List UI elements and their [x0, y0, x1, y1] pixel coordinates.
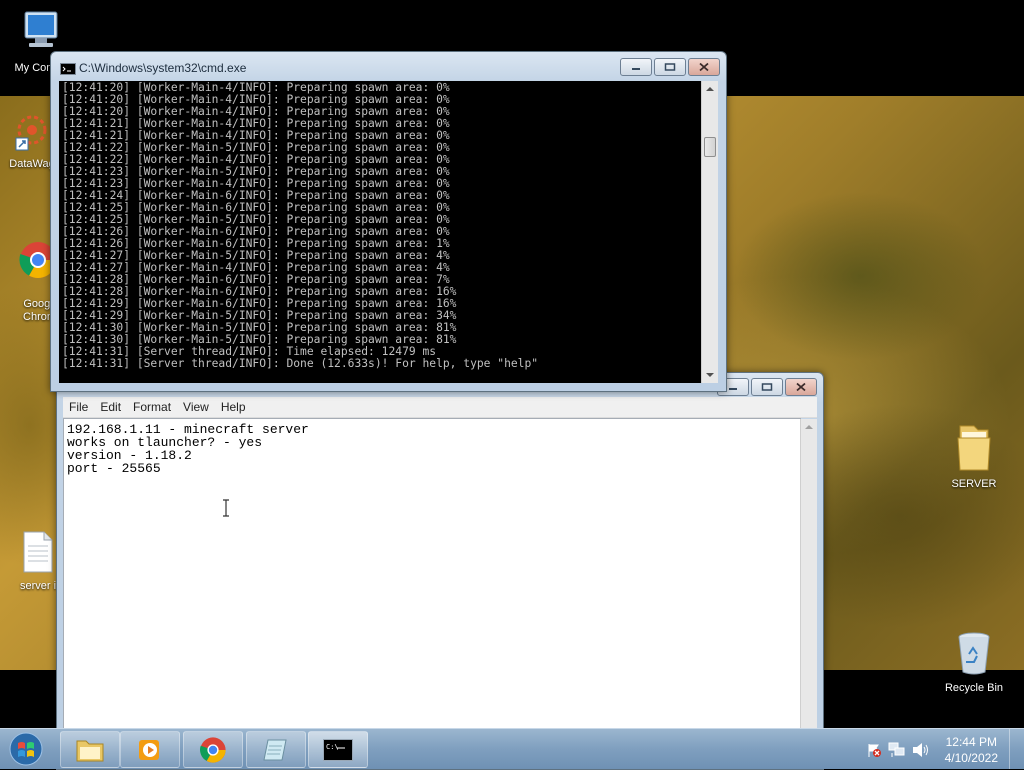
- network-icon[interactable]: [888, 742, 906, 758]
- notepad-menubar: File Edit Format View Help: [63, 397, 817, 418]
- scroll-up-button[interactable]: [801, 419, 817, 435]
- action-center-flag-icon[interactable]: [866, 742, 882, 758]
- notepad-icon: [263, 739, 287, 760]
- scroll-up-button[interactable]: [702, 81, 718, 97]
- cmd-icon: C:\: [323, 738, 353, 761]
- maximize-icon: [664, 63, 676, 71]
- folder-icon: [938, 420, 1010, 475]
- notepad-window[interactable]: File Edit Format View Help 192.168.1.11 …: [56, 372, 824, 770]
- media-player-icon: [139, 739, 159, 760]
- chevron-up-icon: [706, 87, 714, 91]
- text-line: version - 1.18.2: [67, 448, 192, 463]
- console-line: [12:41:31] [Server thread/INFO]: Done (1…: [62, 357, 539, 370]
- close-button[interactable]: [688, 58, 720, 76]
- windows-logo-icon: [9, 732, 43, 766]
- svg-text:C:\: C:\: [326, 743, 339, 751]
- maximize-button[interactable]: [654, 58, 686, 76]
- close-icon: [699, 62, 709, 72]
- chevron-down-icon: [706, 373, 714, 377]
- scroll-down-button[interactable]: [702, 367, 718, 383]
- minimize-button[interactable]: [620, 58, 652, 76]
- menu-format[interactable]: Format: [127, 400, 177, 414]
- close-icon: [796, 382, 806, 392]
- clock-date: 4/10/2022: [944, 751, 998, 765]
- system-tray: 12:44 PM 4/10/2022: [854, 729, 1024, 769]
- taskbar-notepad-button[interactable]: [246, 731, 306, 768]
- cmd-vertical-scrollbar[interactable]: [701, 81, 718, 383]
- minimize-icon: [729, 388, 737, 390]
- menu-help[interactable]: Help: [215, 400, 252, 414]
- desktop-icon-label: SERVER: [951, 478, 997, 490]
- chevron-up-icon: [805, 425, 813, 429]
- recycle-bin-icon: [938, 630, 1010, 679]
- desktop-icon-label: Recycle Bin: [944, 682, 1004, 694]
- desktop-icon-server-folder[interactable]: SERVER: [938, 420, 1010, 491]
- console-output[interactable]: [12:41:20] [Worker-Main-4/INFO]: Prepari…: [59, 81, 701, 383]
- desktop-icon-recycle-bin[interactable]: Recycle Bin: [938, 630, 1010, 695]
- show-desktop-button[interactable]: [1009, 729, 1024, 769]
- notepad-vertical-scrollbar[interactable]: [800, 419, 817, 769]
- chrome-icon: [200, 736, 226, 763]
- clock[interactable]: 12:44 PM 4/10/2022: [945, 734, 998, 766]
- maximize-button[interactable]: [751, 378, 783, 396]
- start-button[interactable]: [6, 732, 46, 766]
- text-cursor-icon: [223, 499, 229, 517]
- text-line: port - 25565: [67, 461, 161, 476]
- minimize-icon: [632, 68, 640, 70]
- menu-edit[interactable]: Edit: [94, 400, 127, 414]
- taskbar-cmd-button[interactable]: C:\: [308, 731, 368, 768]
- clock-time: 12:44 PM: [945, 735, 997, 749]
- cmd-window[interactable]: C:\Windows\system32\cmd.exe [12:41:20] […: [50, 51, 727, 392]
- taskbar-chrome-button[interactable]: [183, 731, 243, 768]
- notepad-text-area[interactable]: 192.168.1.11 - minecraft server works on…: [63, 418, 801, 769]
- taskbar: C:\ 12:44 PM 4/10/2022: [0, 728, 1024, 769]
- window-title: C:\Windows\system32\cmd.exe: [79, 61, 247, 75]
- taskbar-media-player-button[interactable]: [120, 731, 180, 768]
- cmd-titlebar[interactable]: C:\Windows\system32\cmd.exe: [51, 52, 726, 82]
- close-button[interactable]: [785, 378, 817, 396]
- taskbar-explorer-button[interactable]: [60, 731, 120, 768]
- menu-file[interactable]: File: [63, 400, 94, 414]
- maximize-icon: [761, 383, 773, 391]
- scroll-thumb[interactable]: [704, 137, 716, 157]
- volume-icon[interactable]: [912, 742, 930, 758]
- folder-icon: [76, 740, 104, 761]
- cmd-icon: [60, 63, 76, 75]
- menu-view[interactable]: View: [177, 400, 215, 414]
